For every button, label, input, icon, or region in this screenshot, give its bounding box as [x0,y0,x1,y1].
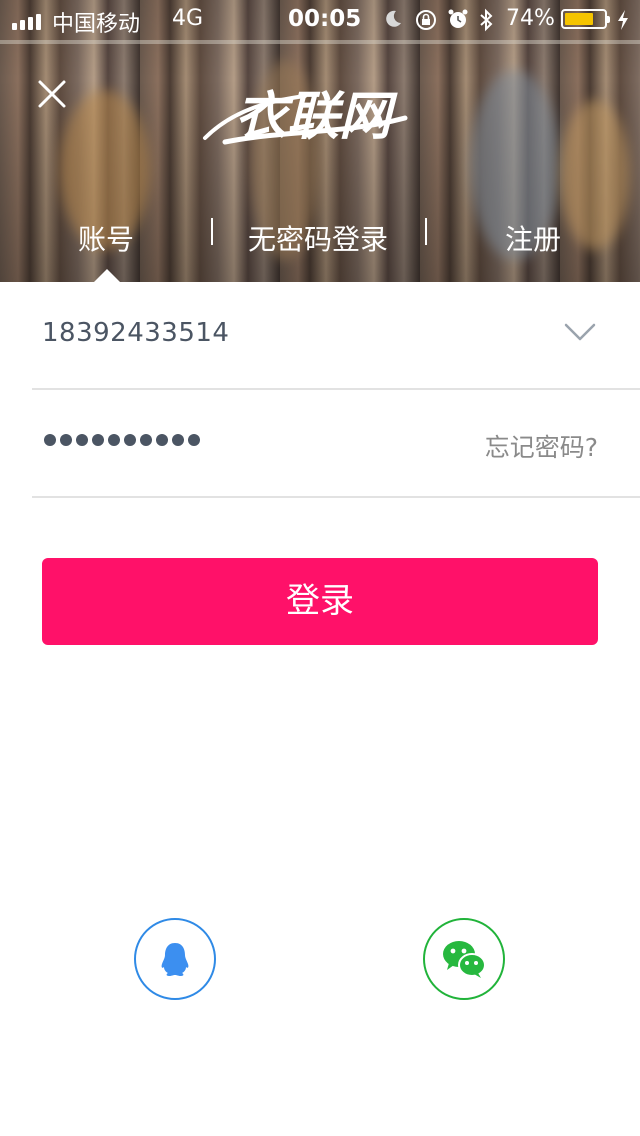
password-dot [60,434,72,446]
login-button[interactable]: 登录 [42,558,598,645]
password-dot [44,434,56,446]
close-icon [38,80,66,108]
password-dot [108,434,120,446]
tab-divider [211,218,213,245]
password-dot [172,434,184,446]
login-tabs: 账号 无密码登录 注册 [0,200,640,270]
tab-register[interactable]: 注册 [460,218,606,258]
bluetooth-icon [480,8,493,32]
username-field[interactable]: 18392433514 [32,282,640,390]
logo: 衣联网 [203,86,408,147]
password-dot [156,434,168,446]
battery-level-fill [565,13,593,25]
battery-percentage: 74% [506,6,555,31]
tab-passwordless-login[interactable]: 无密码登录 [218,218,418,258]
wechat-login-button[interactable] [423,918,505,1000]
password-mask[interactable] [44,434,200,446]
clock: 00:05 [288,6,362,32]
password-dot [188,434,200,446]
password-dot [76,434,88,446]
selected-tab-indicator [94,269,120,282]
forgot-password-link[interactable]: 忘记密码? [485,428,598,464]
clothes-rail-decoration [0,40,640,44]
password-dot [124,434,136,446]
carrier-name: 中国移动 [52,12,141,37]
alarm-icon [448,9,468,28]
rotation-lock-icon [416,10,436,30]
moon-icon [386,10,401,27]
password-dot [140,434,152,446]
wechat-icon [443,941,486,978]
network-type: 4G [172,6,204,31]
qq-icon [161,943,189,976]
signal-strength-icon [12,12,41,30]
charging-icon [618,10,628,30]
tab-account[interactable]: 账号 [40,218,172,258]
chevron-down-icon[interactable] [564,322,596,342]
close-button[interactable] [32,74,72,114]
status-bar: 中国移动 4G 00:05 74% [0,0,640,40]
password-field[interactable]: 忘记密码? [32,390,640,498]
logo-text: 衣联网 [235,86,398,147]
battery-icon [561,9,610,29]
tab-divider [425,218,427,245]
qq-login-button[interactable] [134,918,216,1000]
password-dot [92,434,104,446]
username-value[interactable]: 18392433514 [42,318,229,348]
